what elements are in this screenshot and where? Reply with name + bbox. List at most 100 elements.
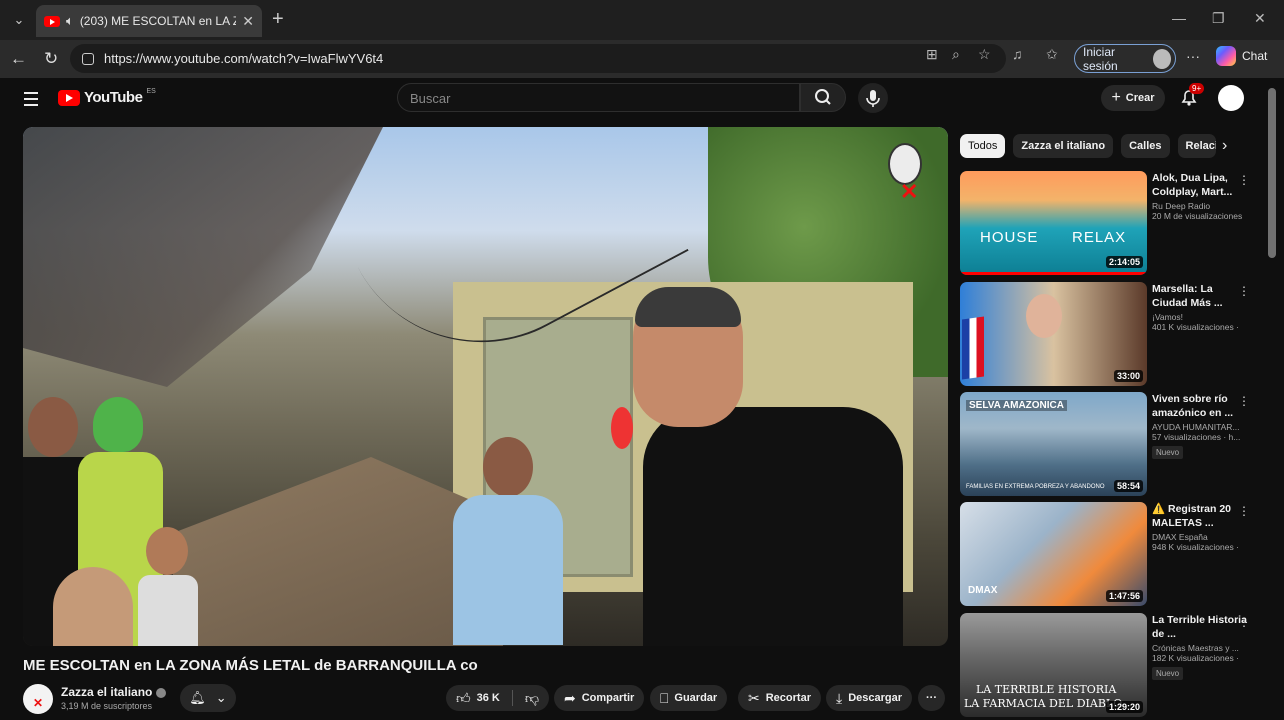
new-tab-plus-icon[interactable]: + xyxy=(272,8,284,30)
video-meta: Alok, Dua Lipa, Coldplay, Mart... Ru Dee… xyxy=(1152,171,1250,221)
recommended-video[interactable]: 33:00 Marsella: La Ciudad Más ... ¡Vamos… xyxy=(960,282,1260,388)
address-toolbar: ← ↻ https://www.youtube.com/watch?v=IwaF… xyxy=(0,40,1284,78)
bookmark-icon: ⎕ xyxy=(660,689,669,706)
share-icon: ➦ xyxy=(564,689,576,706)
app-available-icon[interactable]: ⊞ xyxy=(926,46,938,63)
signin-button[interactable]: Iniciar sesión xyxy=(1074,44,1176,73)
create-button[interactable]: + Crear xyxy=(1101,85,1165,111)
dislike-icon[interactable]: 👎︎ xyxy=(525,690,539,707)
chevron-down-icon: ⌄ xyxy=(215,690,227,705)
video-frame-woman xyxy=(443,437,563,646)
video-title[interactable]: Viven sobre río amazónico en ... xyxy=(1152,392,1250,420)
like-divider xyxy=(511,690,513,706)
favorite-star-icon[interactable]: ☆ xyxy=(978,46,991,63)
channel-name[interactable]: ¡Vamos! xyxy=(1152,312,1250,322)
user-avatar[interactable] xyxy=(1218,85,1244,111)
search-input[interactable]: Buscar xyxy=(397,83,800,112)
more-vert-icon[interactable]: ⋮ xyxy=(1238,173,1250,187)
youtube-play-icon xyxy=(58,89,80,106)
site-info-icon[interactable] xyxy=(82,52,94,65)
thumbnail-logo: DMAX xyxy=(968,585,998,596)
voice-search-button[interactable] xyxy=(858,83,888,113)
more-menu-icon[interactable]: ··· xyxy=(1186,48,1200,64)
clip-label: Recortar xyxy=(765,692,811,704)
minimize-icon[interactable]: — xyxy=(1172,10,1186,26)
recommended-video[interactable]: LA TERRIBLE HISTORIA LA FARMACIA DEL DIA… xyxy=(960,613,1260,719)
recommended-video[interactable]: HOUSE RELAX 2:14:05 Alok, Dua Lipa, Cold… xyxy=(960,171,1260,277)
address-bar[interactable]: https://www.youtube.com/watch?v=IwaFlwYV… xyxy=(70,44,1006,73)
video-thumbnail[interactable]: LA TERRIBLE HISTORIA LA FARMACIA DEL DIA… xyxy=(960,613,1147,717)
search-icon xyxy=(815,89,831,105)
channel-name[interactable]: AYUDA HUMANITAR... xyxy=(1152,422,1250,432)
window-close-icon[interactable]: ✕ xyxy=(1254,10,1266,27)
back-arrow-icon[interactable]: ← xyxy=(10,49,27,69)
media-control-icon[interactable]: ♫ xyxy=(1012,46,1023,62)
video-title[interactable]: Alok, Dua Lipa, Coldplay, Mart... xyxy=(1152,171,1250,199)
channel-avatar[interactable] xyxy=(23,684,53,714)
more-vert-icon[interactable]: ⋮ xyxy=(1238,394,1250,408)
video-title[interactable]: La Terrible Historia de ... xyxy=(1152,613,1250,641)
zoom-icon[interactable]: ⌕ xyxy=(952,46,960,63)
video-thumbnail[interactable]: SELVA AMAZONICA FAMILIAS EN EXTREMA POBR… xyxy=(960,392,1147,496)
like-count[interactable]: 36 K xyxy=(477,692,500,704)
channel-name[interactable]: Ru Deep Radio xyxy=(1152,201,1250,211)
view-count: 57 visualizaciones · h... xyxy=(1152,432,1241,442)
more-vert-icon[interactable]: ⋮ xyxy=(1238,504,1250,518)
duration-badge: 58:54 xyxy=(1113,480,1143,492)
thumbnail-text: LA FARMACIA DEL DIABLO xyxy=(964,697,1123,710)
chip-todos[interactable]: Todos xyxy=(960,134,1006,158)
more-vert-icon[interactable]: ⋮ xyxy=(1238,615,1250,629)
video-title[interactable]: ⚠️ Registran 20 MALETAS ... xyxy=(1152,502,1250,530)
save-button[interactable]: ⎕ Guardar xyxy=(650,685,728,711)
maximize-icon[interactable]: ❐ xyxy=(1212,10,1225,27)
thumbnail-text: SELVA AMAZONICA xyxy=(966,400,1067,411)
recommended-video[interactable]: DMAX 1:47:56 ⚠️ Registran 20 MALETAS ...… xyxy=(960,502,1260,608)
watch-progress-bar xyxy=(960,272,1147,275)
channel-watermark[interactable]: ✕ xyxy=(888,143,928,204)
browser-tab[interactable]: 🔈︎ (203) ME ESCOLTAN en LA ZONA MÁS LETA… xyxy=(36,5,262,37)
search-button[interactable] xyxy=(800,83,846,112)
channel-name[interactable]: Crónicas Maestras y ... xyxy=(1152,643,1250,653)
thumbnail-text: HOUSE xyxy=(980,229,1039,246)
chip-calles[interactable]: Calles xyxy=(1121,134,1170,158)
notification-count-badge: 9+ xyxy=(1189,83,1205,94)
channel-name-text: Zazza el italiano xyxy=(61,685,153,699)
recommended-video[interactable]: SELVA AMAZONICA FAMILIAS EN EXTREMA POBR… xyxy=(960,392,1260,498)
video-meta: ⚠️ Registran 20 MALETAS ... DMAX España … xyxy=(1152,502,1250,552)
video-thumbnail[interactable]: HOUSE RELAX 2:14:05 xyxy=(960,171,1147,275)
copilot-chat-button[interactable]: Chat xyxy=(1216,46,1267,66)
channel-name[interactable]: DMAX España xyxy=(1152,532,1250,542)
hamburger-menu-icon[interactable] xyxy=(24,92,38,110)
channel-name[interactable]: Zazza el italiano xyxy=(61,685,167,699)
browser-tabstrip: ⌄ 🔈︎ (203) ME ESCOLTAN en LA ZONA MÁS LE… xyxy=(0,0,1284,40)
more-actions-button[interactable]: ··· xyxy=(918,685,945,711)
favorites-icon[interactable]: ✩ xyxy=(1046,46,1058,63)
more-vert-icon[interactable]: ⋮ xyxy=(1238,284,1250,298)
chat-label: Chat xyxy=(1242,49,1268,63)
logo-region: ES xyxy=(146,88,156,95)
duration-badge: 2:14:05 xyxy=(1105,256,1143,268)
clip-button[interactable]: ✂ Recortar xyxy=(738,685,821,711)
youtube-page: YouTube ES Buscar + Crear 9+ ✕ ME ESCOLT… xyxy=(0,78,1284,720)
chips-next-chevron-icon[interactable]: › xyxy=(1222,137,1227,155)
tab-list-chevron-icon[interactable]: ⌄ xyxy=(8,9,30,31)
video-thumbnail[interactable]: 33:00 xyxy=(960,282,1147,386)
download-button[interactable]: ⤓ Descargar xyxy=(826,685,913,711)
subscription-notify-button[interactable]: 🔔︎ ⌄ xyxy=(180,684,236,712)
video-thumbnail[interactable]: DMAX 1:47:56 xyxy=(960,502,1147,606)
video-player[interactable]: ✕ xyxy=(23,127,948,646)
reload-icon[interactable]: ↻ xyxy=(44,49,58,69)
filter-chips: Todos Zazza el italiano Calles Relaciona… xyxy=(960,134,1216,158)
like-icon[interactable]: 👍︎ xyxy=(456,690,471,707)
page-scrollbar[interactable] xyxy=(1268,88,1276,258)
youtube-logo[interactable]: YouTube ES xyxy=(58,88,156,106)
speaker-icon[interactable]: 🔈︎ xyxy=(66,13,74,29)
thumbnail-text: RELAX xyxy=(1072,229,1127,246)
logo-text: YouTube xyxy=(84,89,143,106)
video-frame-host xyxy=(603,287,913,646)
video-title[interactable]: Marsella: La Ciudad Más ... xyxy=(1152,282,1250,310)
tab-close-icon[interactable]: ✕ xyxy=(242,13,254,30)
chip-related[interactable]: Relacionado xyxy=(1177,134,1216,158)
share-button[interactable]: ➦ Compartir xyxy=(554,685,645,711)
chip-channel[interactable]: Zazza el italiano xyxy=(1013,134,1114,158)
